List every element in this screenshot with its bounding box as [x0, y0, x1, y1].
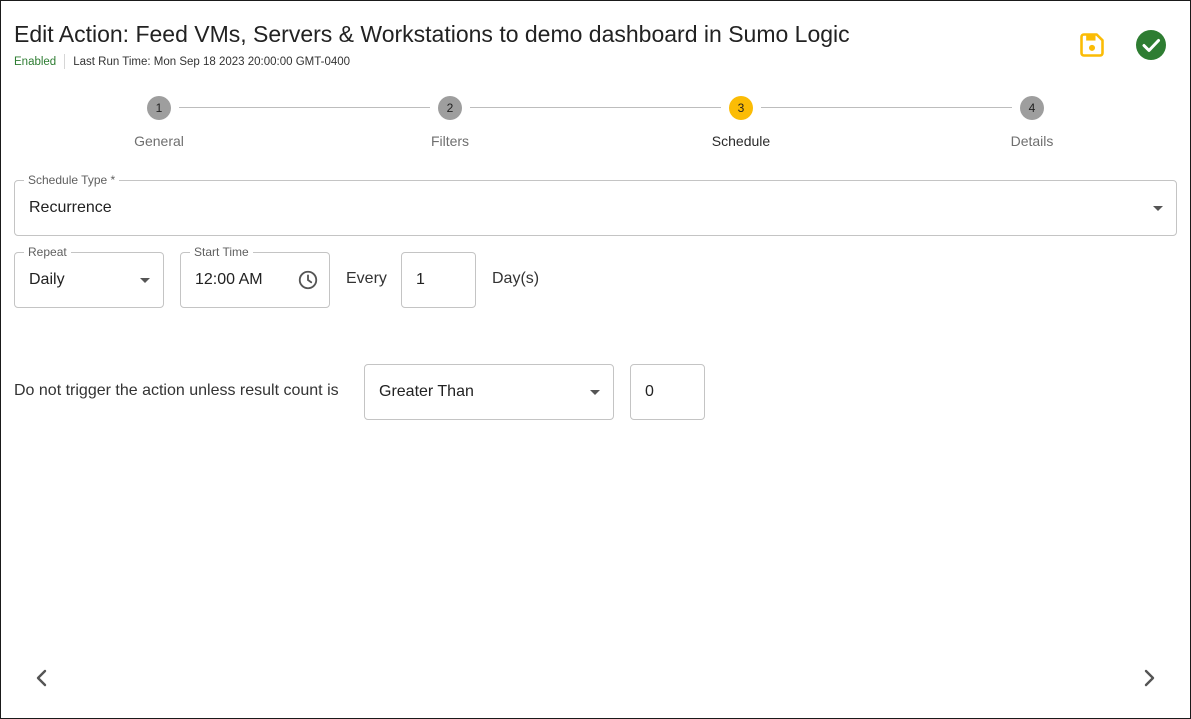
save-button[interactable] [1075, 28, 1109, 62]
repeat-select[interactable]: Repeat Daily [14, 245, 164, 308]
confirm-button[interactable] [1134, 28, 1168, 62]
step-number: 1 [147, 96, 171, 120]
schedule-type-value: Recurrence [29, 199, 112, 216]
step-number: 4 [1020, 96, 1044, 120]
repeat-value: Daily [29, 271, 65, 288]
chevron-left-icon [36, 669, 47, 687]
chevron-down-icon [1153, 206, 1163, 211]
clock-icon[interactable] [297, 269, 319, 291]
last-run-time: Last Run Time: Mon Sep 18 2023 20:00:00 … [73, 55, 351, 68]
start-time-label: Start Time [190, 245, 253, 259]
every-interval-input[interactable]: 1 [401, 252, 476, 308]
edit-action-window: Edit Action: Feed VMs, Servers & Worksta… [0, 0, 1191, 719]
trigger-condition-label: Do not trigger the action unless result … [14, 382, 339, 399]
start-time-input[interactable]: Start Time 12:00 AM [180, 245, 330, 308]
step-label: Schedule [711, 133, 771, 149]
previous-step-button[interactable] [30, 666, 54, 690]
step-number: 2 [438, 96, 462, 120]
step-number: 3 [729, 96, 753, 120]
repeat-label: Repeat [24, 245, 71, 259]
schedule-type-label: Schedule Type * [24, 173, 120, 187]
status-badge: Enabled [14, 55, 57, 68]
every-interval-value: 1 [416, 271, 425, 288]
chevron-down-icon [590, 390, 600, 395]
status-bar: Enabled Last Run Time: Mon Sep 18 2023 2… [14, 54, 350, 69]
step-label: Details [1010, 133, 1054, 149]
every-label: Every [346, 270, 387, 287]
next-step-button[interactable] [1137, 666, 1161, 690]
step-details[interactable]: 4 Details [972, 96, 1092, 149]
step-label: Filters [430, 133, 470, 149]
page-title: Edit Action: Feed VMs, Servers & Worksta… [14, 21, 850, 47]
result-count-value: 0 [645, 383, 654, 400]
check-circle-icon [1136, 30, 1166, 60]
divider [64, 54, 66, 69]
result-operator-value: Greater Than [379, 383, 474, 400]
start-time-value: 12:00 AM [195, 271, 263, 288]
chevron-right-icon [1144, 669, 1155, 687]
step-filters[interactable]: 2 Filters [390, 96, 510, 149]
chevron-down-icon [140, 278, 150, 283]
interval-unit-label: Day(s) [492, 270, 540, 287]
schedule-type-select[interactable]: Schedule Type * Recurrence [14, 173, 1177, 236]
result-operator-select[interactable]: Greater Than [364, 364, 614, 420]
floppy-disk-icon [1080, 33, 1104, 57]
step-schedule[interactable]: 3 Schedule [681, 96, 801, 149]
result-count-input[interactable]: 0 [630, 364, 705, 420]
step-label: General [134, 133, 184, 149]
step-general[interactable]: 1 General [99, 96, 219, 149]
